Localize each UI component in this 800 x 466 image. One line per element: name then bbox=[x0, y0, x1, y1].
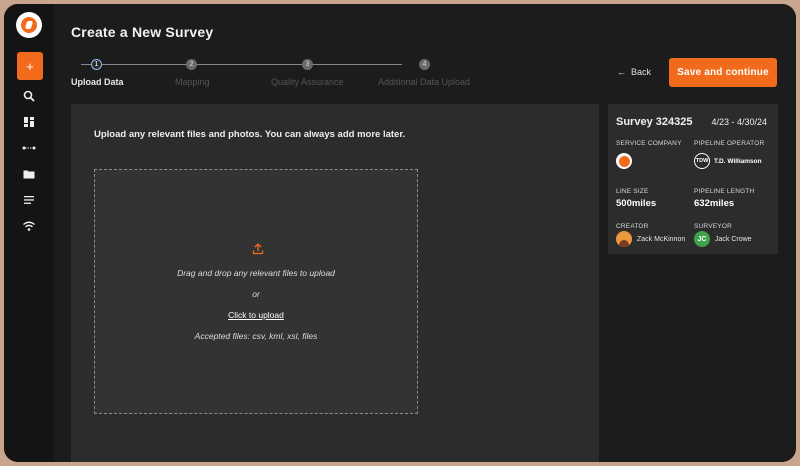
page-title: Create a New Survey bbox=[71, 24, 214, 40]
stepper: 1 2 3 4 Upload Data Mapping Quality Assu… bbox=[71, 59, 491, 90]
app-logo[interactable] bbox=[16, 12, 42, 38]
main-content: Create a New Survey 1 2 3 4 Upload Data … bbox=[54, 4, 796, 462]
pipeline-operator-label: PIPELINE OPERATOR bbox=[694, 140, 765, 147]
step-4-indicator[interactable]: 4 bbox=[419, 59, 430, 70]
upload-instructions: Upload any relevant files and photos. Yo… bbox=[94, 129, 406, 140]
sidebar: + bbox=[4, 4, 54, 462]
dashboard-icon[interactable] bbox=[22, 115, 36, 129]
pipeline-length-label: PIPELINE LENGTH bbox=[694, 188, 755, 195]
wifi-icon[interactable] bbox=[22, 219, 36, 233]
creator: Zack McKinnon bbox=[616, 231, 685, 247]
click-to-upload-link[interactable]: Click to upload bbox=[95, 310, 417, 320]
tdw-logo-icon: TDW bbox=[694, 153, 710, 169]
search-icon[interactable] bbox=[22, 89, 36, 103]
step-3-indicator[interactable]: 3 bbox=[302, 59, 313, 70]
step-1-label[interactable]: Upload Data bbox=[71, 77, 124, 87]
add-button[interactable]: + bbox=[17, 52, 43, 80]
survey-info-card: Survey 324325 4/23 - 4/30/24 SERVICE COM… bbox=[608, 104, 778, 254]
surveyor-name: Jack Crowe bbox=[715, 235, 752, 243]
pipeline-icon[interactable] bbox=[22, 141, 36, 155]
line-size-label: LINE SIZE bbox=[616, 188, 649, 195]
service-company-logo bbox=[616, 153, 632, 169]
step-3-label[interactable]: Quality Assurance bbox=[271, 77, 344, 87]
or-text: or bbox=[252, 289, 260, 299]
back-button-label: Back bbox=[631, 67, 652, 77]
pipeline-length-value: 632miles bbox=[694, 198, 735, 209]
step-4-label[interactable]: Additional Data Upload bbox=[378, 77, 470, 87]
step-2-indicator[interactable]: 2 bbox=[186, 59, 197, 70]
avatar: JC bbox=[694, 231, 710, 247]
creator-name: Zack McKinnon bbox=[637, 235, 686, 243]
file-dropzone[interactable]: Drag and drop any relevant files to uplo… bbox=[94, 169, 418, 414]
step-2-label[interactable]: Mapping bbox=[175, 77, 210, 87]
surveyor: JC Jack Crowe bbox=[694, 231, 752, 247]
creator-label: CREATOR bbox=[616, 223, 649, 230]
app-window: + Create a New Survey 1 2 3 4 Upload Dat… bbox=[4, 4, 796, 462]
pipeline-operator-logo: TDW T.D. Williamson bbox=[694, 153, 762, 169]
save-and-continue-button[interactable]: Save and continue bbox=[669, 58, 777, 87]
step-1-indicator[interactable]: 1 bbox=[91, 59, 102, 70]
survey-dates: 4/23 - 4/30/24 bbox=[711, 117, 767, 127]
accepted-files-text: Accepted files: csv, kml, xsl, files bbox=[194, 331, 318, 341]
surveyor-label: SURVEYOR bbox=[694, 223, 732, 230]
avatar bbox=[616, 231, 632, 247]
upload-icon bbox=[252, 243, 264, 255]
drag-drop-text: Drag and drop any relevant files to uplo… bbox=[177, 268, 335, 278]
pipeline-operator-name: T.D. Williamson bbox=[714, 157, 762, 165]
back-button[interactable]: ← Back bbox=[617, 67, 651, 77]
service-company-label: SERVICE COMPANY bbox=[616, 140, 682, 147]
list-icon[interactable] bbox=[22, 193, 36, 207]
arrow-left-icon: ← bbox=[617, 67, 626, 77]
line-size-value: 500miles bbox=[616, 198, 657, 209]
stepper-line bbox=[81, 64, 402, 65]
survey-title: Survey 324325 bbox=[616, 116, 693, 128]
upload-panel: Upload any relevant files and photos. Yo… bbox=[71, 104, 599, 462]
folder-icon[interactable] bbox=[22, 167, 36, 181]
